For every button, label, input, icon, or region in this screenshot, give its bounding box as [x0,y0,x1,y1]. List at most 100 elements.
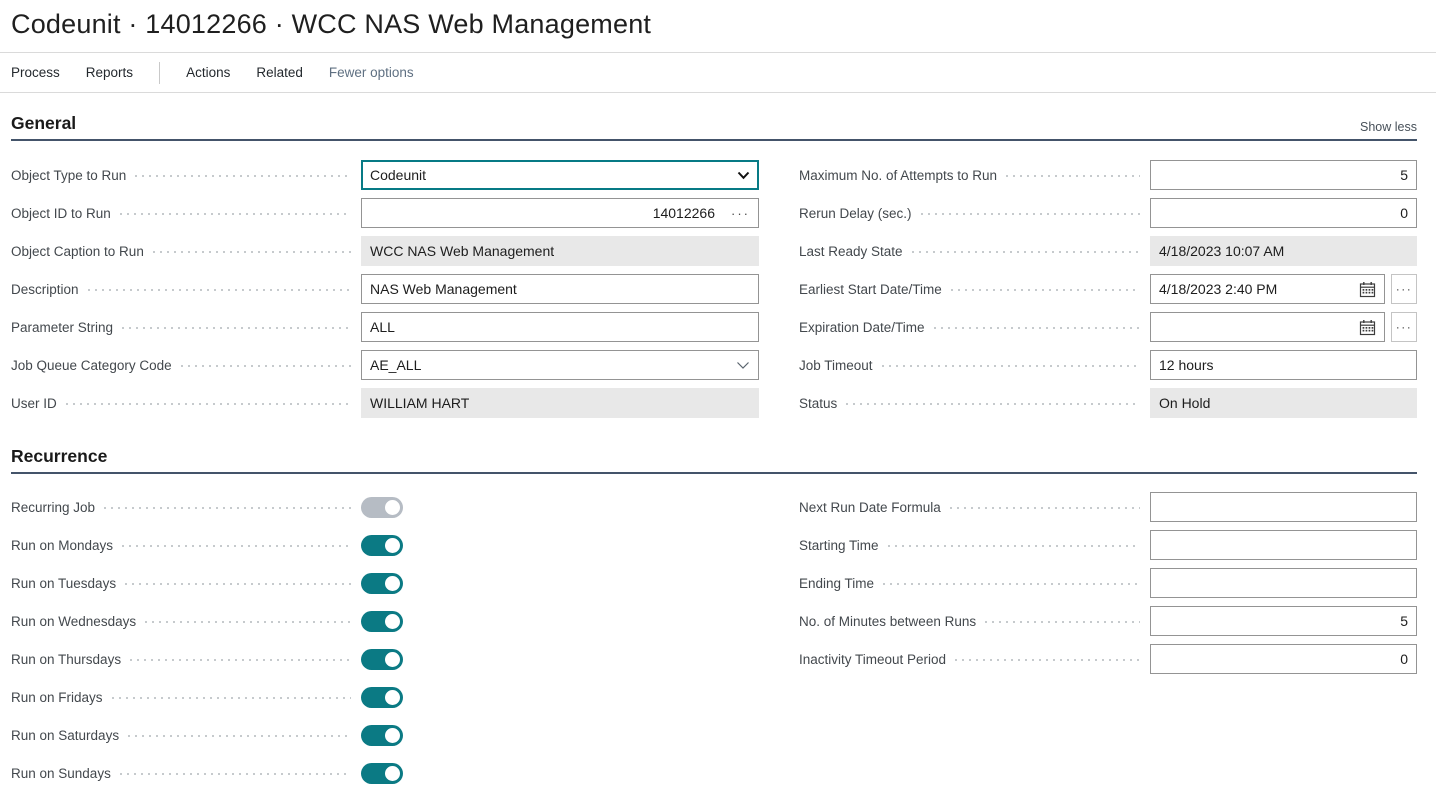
inactivity-timeout-field[interactable]: 0 [1150,644,1417,674]
dotted-leader [122,327,351,329]
job-queue-entry-card: Codeunit · 14012266 · WCC NAS Web Manage… [0,0,1436,799]
general-section: General Show less Object Type to Run Cod… [0,110,1436,426]
field-label: Run on Tuesdays [11,576,116,591]
field-row: Rerun Delay (sec.) 0 [799,198,1417,228]
field-value: 5 [1400,613,1408,629]
status-field: On Hold [1150,388,1417,418]
dotted-leader [181,365,351,367]
dotted-leader [104,507,351,509]
field-row: Parameter String ALL [11,312,759,342]
field-label: Last Ready State [799,244,903,259]
dotted-leader [66,403,351,405]
field-label: Starting Time [799,538,879,553]
dotted-leader [883,583,1140,585]
menu-process[interactable]: Process [11,65,60,80]
dotted-leader [128,735,351,737]
menu-actions[interactable]: Actions [186,65,230,80]
menu-fewer-options[interactable]: Fewer options [329,65,414,80]
field-row: Status On Hold [799,388,1417,418]
run-on-sundays-toggle[interactable] [361,763,403,784]
object-caption-to-run-field: WCC NAS Web Management [361,236,759,266]
run-on-fridays-toggle[interactable] [361,687,403,708]
ending-time-field[interactable] [1150,568,1417,598]
menu-related[interactable]: Related [256,65,303,80]
calendar-icon[interactable] [1359,281,1376,298]
user-id-field: WILLIAM HART [361,388,759,418]
field-row: Starting Time [799,530,1417,560]
run-on-wednesdays-toggle[interactable] [361,611,403,632]
object-type-to-run-select[interactable]: Codeunit [361,160,759,190]
field-row: Description NAS Web Management [11,274,759,304]
dotted-leader [955,659,1140,661]
field-label: Maximum No. of Attempts to Run [799,168,997,183]
run-on-tuesdays-toggle[interactable] [361,573,403,594]
dotted-leader [122,545,351,547]
dotted-leader [912,251,1140,253]
field-row: Job Queue Category Code AE_ALL [11,350,759,380]
run-on-thursdays-toggle[interactable] [361,649,403,670]
field-row: Next Run Date Formula [799,492,1417,522]
starting-time-field[interactable] [1150,530,1417,560]
dotted-leader [125,583,351,585]
last-ready-state-field: 4/18/2023 10:07 AM [1150,236,1417,266]
field-value: 0 [1400,651,1408,667]
dotted-leader [985,621,1140,623]
rerun-delay-field[interactable]: 0 [1150,198,1417,228]
toggle-row: Run on Thursdays [11,644,759,674]
field-value: AE_ALL [370,357,421,373]
field-label: Job Timeout [799,358,873,373]
field-label: Object Type to Run [11,168,126,183]
dotted-leader [921,213,1140,215]
parameter-string-field[interactable]: ALL [361,312,759,342]
show-less-link[interactable]: Show less [1360,120,1417,134]
next-run-date-formula-field[interactable] [1150,492,1417,522]
chevron-down-icon [736,361,750,370]
dotted-leader [950,507,1140,509]
field-row: Last Ready State 4/18/2023 10:07 AM [799,236,1417,266]
field-label: No. of Minutes between Runs [799,614,976,629]
field-label: Object ID to Run [11,206,111,221]
section-title-recurrence: Recurrence [11,446,107,467]
field-label: Inactivity Timeout Period [799,652,946,667]
run-on-saturdays-toggle[interactable] [361,725,403,746]
field-label: Run on Fridays [11,690,103,705]
dotted-leader [888,545,1140,547]
dotted-leader [934,327,1140,329]
field-label: Run on Thursdays [11,652,121,667]
field-label: Parameter String [11,320,113,335]
field-row: Expiration Date/Time [799,312,1417,342]
dotted-leader [882,365,1140,367]
toggle-row: Run on Mondays [11,530,759,560]
earliest-start-assist-button[interactable]: ··· [1391,274,1417,304]
recurrence-section: Recurrence Recurring Job Run on Mondays [0,443,1436,796]
minutes-between-runs-field[interactable]: 5 [1150,606,1417,636]
dotted-leader [120,773,351,775]
toggle-row: Run on Fridays [11,682,759,712]
field-label: Next Run Date Formula [799,500,941,515]
page-title: Codeunit · 14012266 · WCC NAS Web Manage… [11,9,1416,40]
field-value: ALL [370,319,395,335]
run-on-mondays-toggle[interactable] [361,535,403,556]
job-queue-category-code-select[interactable]: AE_ALL [361,350,759,380]
description-field[interactable]: NAS Web Management [361,274,759,304]
dotted-leader [130,659,351,661]
field-row: No. of Minutes between Runs 5 [799,606,1417,636]
expiration-datetime-field[interactable] [1150,312,1385,342]
object-id-to-run-field[interactable]: 14012266 ··· [361,198,759,228]
toggle-row: Run on Sundays [11,758,759,788]
assist-edit-icon[interactable]: ··· [723,206,750,221]
max-attempts-field[interactable]: 5 [1150,160,1417,190]
calendar-icon[interactable] [1359,319,1376,336]
field-label: Expiration Date/Time [799,320,925,335]
field-label: Description [11,282,79,297]
menu-reports[interactable]: Reports [86,65,133,80]
field-row: Job Timeout 12 hours [799,350,1417,380]
earliest-start-datetime-field[interactable]: 4/18/2023 2:40 PM [1150,274,1385,304]
toggle-row: Recurring Job [11,492,759,522]
expiration-assist-button[interactable]: ··· [1391,312,1417,342]
section-rule [11,472,1417,474]
job-timeout-field[interactable]: 12 hours [1150,350,1417,380]
menu-divider [159,62,160,84]
field-label: Rerun Delay (sec.) [799,206,912,221]
field-value: 0 [1400,205,1408,221]
